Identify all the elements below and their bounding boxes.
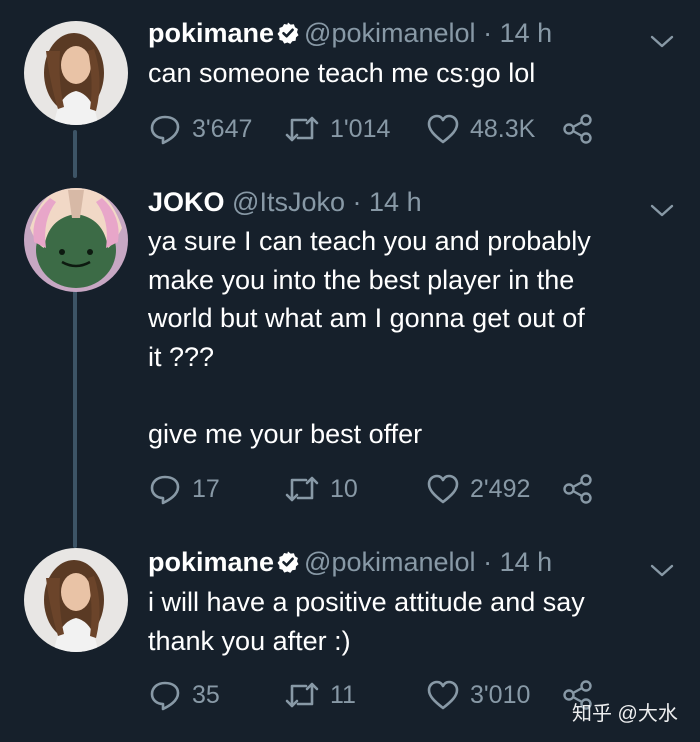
display-name[interactable]: pokimane [148, 18, 274, 48]
tweet-text-line: it ??? [148, 341, 215, 372]
separator-dot: · [483, 547, 493, 577]
tweet-text-line: ya sure I can teach you and probably [148, 226, 591, 256]
share-icon [563, 474, 592, 504]
display-name[interactable]: pokimane [148, 547, 274, 577]
reply-icon [150, 475, 180, 505]
reply-button[interactable]: 35 [148, 678, 220, 712]
like-button[interactable]: 3'010 [426, 678, 530, 712]
tweet-2[interactable]: JOKO @ItsJoko · 14 h ya sure I can teach… [0, 185, 700, 515]
avatar-pokimane[interactable] [24, 21, 128, 125]
heart-icon [427, 474, 459, 504]
like-button[interactable]: 48.3K [426, 112, 535, 146]
tweet-1[interactable]: pokimane @pokimanelol · 14 h can someone … [0, 16, 700, 156]
tweet-text-line: make you into the best player in the [148, 264, 575, 295]
like-count: 48.3K [470, 114, 536, 143]
chevron-down-icon[interactable] [650, 34, 674, 50]
share-button[interactable] [562, 472, 594, 506]
tweet-actions: 17 10 2'492 [148, 472, 608, 506]
heart-icon [427, 680, 459, 710]
share-button[interactable] [562, 112, 594, 146]
share-icon [563, 114, 592, 144]
separator-dot: · [352, 187, 362, 217]
tweet-header: pokimane @pokimanelol · 14 h [148, 545, 552, 579]
verified-badge-icon [277, 22, 299, 44]
retweet-button[interactable]: 1'014 [284, 112, 390, 146]
reply-icon [150, 115, 180, 145]
reply-button[interactable]: 3'647 [148, 112, 252, 146]
heart-icon [427, 114, 459, 144]
tweet-header: pokimane @pokimanelol · 14 h [148, 16, 552, 50]
like-count: 2'492 [470, 474, 531, 503]
reply-count: 35 [192, 680, 220, 709]
like-button[interactable]: 2'492 [426, 472, 530, 506]
timestamp[interactable]: 14 h [500, 18, 553, 48]
display-name[interactable]: JOKO [148, 187, 225, 217]
verified-badge-icon [277, 551, 299, 573]
tweet-text-line: can someone teach me cs:go lol [148, 58, 536, 88]
retweet-count: 11 [330, 680, 356, 709]
tweet-text: i will have a positive attitude and say … [148, 583, 585, 660]
chevron-down-icon[interactable] [650, 563, 674, 579]
reply-count: 3'647 [192, 114, 253, 143]
like-count: 3'010 [470, 680, 531, 709]
separator-dot: · [483, 18, 493, 48]
avatar-joko[interactable] [24, 188, 128, 292]
tweet-text-line: i will have a positive attitude and say [148, 587, 585, 617]
handle[interactable]: @pokimanelol [304, 547, 476, 577]
retweet-icon [285, 682, 319, 708]
timestamp[interactable]: 14 h [369, 187, 422, 217]
tweet-actions: 35 11 3'010 [148, 678, 608, 712]
tweet-actions: 3'647 1'014 48.3K [148, 112, 608, 146]
reply-count: 17 [192, 474, 220, 503]
handle[interactable]: @pokimanelol [304, 18, 476, 48]
retweet-button[interactable]: 10 [284, 472, 358, 506]
tweet-text: can someone teach me cs:go lol [148, 54, 535, 93]
tweet-text-line [148, 376, 591, 415]
retweet-button[interactable]: 11 [284, 678, 356, 712]
watermark: 知乎 @大水 [572, 703, 678, 725]
timestamp[interactable]: 14 h [500, 547, 553, 577]
avatar-pokimane[interactable] [24, 548, 128, 652]
reply-icon [150, 681, 180, 711]
tweet-header: JOKO @ItsJoko · 14 h [148, 185, 422, 219]
handle[interactable]: @ItsJoko [232, 187, 345, 217]
retweet-icon [285, 476, 319, 502]
retweet-icon [285, 116, 319, 142]
reply-button[interactable]: 17 [148, 472, 220, 506]
retweet-count: 10 [330, 474, 358, 503]
tweet-text: ya sure I can teach you and probably mak… [148, 222, 591, 453]
chevron-down-icon[interactable] [650, 203, 674, 219]
tweet-text-line: give me your best offer [148, 418, 423, 449]
tweet-text-line: thank you after :) [148, 625, 351, 656]
retweet-count: 1'014 [330, 114, 391, 143]
tweet-text-line: world but what am I gonna get out of [148, 303, 585, 333]
